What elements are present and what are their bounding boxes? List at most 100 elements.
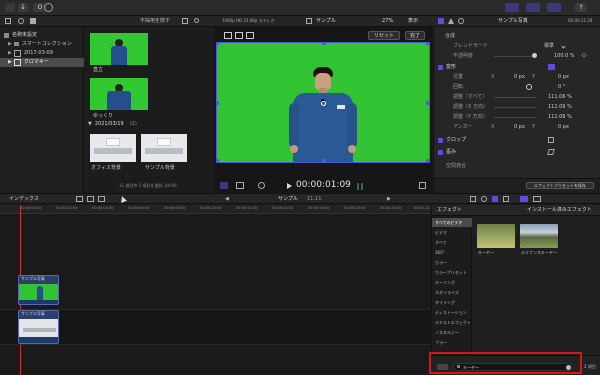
transform-center-handle[interactable] <box>321 101 326 106</box>
titles-icon[interactable] <box>30 18 36 24</box>
transform-handle[interactable] <box>217 159 219 162</box>
transform-icon[interactable] <box>224 32 232 39</box>
disclosure-triangle-icon[interactable]: ▶ <box>8 41 12 47</box>
scale-x-slider[interactable] <box>494 107 536 108</box>
browser-filter-menu[interactable]: 不採用を隠す <box>140 19 170 24</box>
timeline-appearance-icon[interactable] <box>503 196 509 202</box>
save-effects-preset-button[interactable]: エフェクトプリセットを保存 <box>526 182 594 189</box>
category-item-blur[interactable]: ブラー <box>435 341 447 345</box>
display-menu[interactable]: 表示 <box>408 19 418 24</box>
zoom-menu[interactable]: 27% <box>382 19 393 24</box>
keyframe-icon[interactable] <box>581 52 587 58</box>
clip-append-icon[interactable] <box>98 196 105 202</box>
transitions-browser-toggle-icon[interactable] <box>533 196 541 202</box>
photos-icon[interactable] <box>18 18 24 24</box>
reset-button[interactable]: リセット <box>368 31 400 40</box>
distort-checkbox[interactable] <box>438 150 443 155</box>
category-item-text-effects[interactable]: テキストエフェクト <box>435 321 471 325</box>
disclosure-triangle-down-icon[interactable]: ▼ <box>88 122 92 127</box>
select-tool-icon[interactable] <box>119 195 127 203</box>
transform-more-icon[interactable] <box>246 32 254 39</box>
effect-thumb-luma-keyer[interactable] <box>520 224 558 248</box>
browser-clip-thumb-slow[interactable] <box>90 78 148 110</box>
transform-handle[interactable] <box>322 159 326 162</box>
layout-browser-toggle-icon[interactable] <box>505 3 519 12</box>
effects-browser-toggle-icon[interactable] <box>520 196 528 202</box>
date-group-header[interactable]: ▼ 2021/03/19 (2) <box>88 122 137 127</box>
clip-insert-icon[interactable] <box>87 196 94 202</box>
done-button[interactable]: 完了 <box>405 31 425 40</box>
background-tasks-icon[interactable] <box>44 3 53 12</box>
timeline-ruler[interactable]: 00:00:00:00 00:00:02:00 00:00:04:00 00:0… <box>0 205 435 214</box>
category-item-video[interactable]: ビデオ <box>435 231 447 235</box>
blend-mode-select[interactable]: 標準 <box>544 44 554 49</box>
audio-skimming-icon[interactable] <box>470 196 476 202</box>
category-item-360[interactable]: 360° <box>435 251 445 255</box>
timeline-back-arrow-icon[interactable]: ◀ <box>225 197 229 202</box>
timeline-clip-primary[interactable]: サンプル写真 <box>18 310 59 344</box>
layout-inspector-toggle-icon[interactable] <box>547 3 561 12</box>
transform-handle[interactable] <box>426 101 429 105</box>
timeline-clip-connected[interactable]: サンプル写真 <box>18 275 59 305</box>
scale-y-slider[interactable] <box>494 117 536 118</box>
scale-all-value[interactable]: 111.06 % <box>548 95 572 100</box>
library-icon[interactable] <box>5 3 15 12</box>
position-y-field[interactable]: 0 px <box>558 75 569 80</box>
rotation-dial-icon[interactable] <box>526 84 532 90</box>
anchor-y-field[interactable]: 0 px <box>558 125 569 130</box>
anchor-x-field[interactable]: 0 px <box>514 125 525 130</box>
clip-connect-icon[interactable] <box>76 196 83 202</box>
category-item-keying[interactable]: キーイング <box>435 281 455 285</box>
opacity-slider[interactable] <box>494 56 536 57</box>
browser-clip-thumb-sample[interactable] <box>141 134 187 162</box>
transform-handle[interactable] <box>426 159 429 162</box>
opacity-slider-thumb[interactable] <box>532 53 537 58</box>
timeline[interactable]: 00:00:00:00 00:00:02:00 00:00:04:00 00:0… <box>0 205 435 375</box>
transform-handle[interactable] <box>322 43 326 45</box>
play-icon[interactable] <box>287 183 292 189</box>
layout-timeline-toggle-icon[interactable] <box>526 3 540 12</box>
transform-onscreen-icon[interactable] <box>548 64 555 70</box>
clip-appearance-icon[interactable] <box>182 18 188 24</box>
category-item-tiling[interactable]: タイリング <box>435 301 455 305</box>
effect-thumb-keyer[interactable] <box>477 224 515 248</box>
scale-y-value[interactable]: 111.06 % <box>548 115 572 120</box>
search-icon[interactable] <box>194 18 199 23</box>
inspector-info-tab-icon[interactable] <box>458 18 464 24</box>
scale-all-slider[interactable] <box>494 97 536 98</box>
library-view-icon[interactable] <box>5 18 11 24</box>
opacity-value[interactable]: 100.0 % <box>554 54 575 59</box>
library-item-event-date[interactable]: ▶ 2017-03-09 <box>8 49 53 57</box>
share-icon[interactable]: ↑ <box>575 3 587 12</box>
solo-icon[interactable] <box>481 196 487 202</box>
browser-clip-thumb-standing[interactable] <box>90 33 148 65</box>
position-x-field[interactable]: 0 px <box>514 75 525 80</box>
viewer-canvas[interactable] <box>216 42 430 163</box>
library-item-chromakey[interactable]: ▶ クロマキー <box>0 58 84 67</box>
scale-x-value[interactable]: 111.06 % <box>548 105 572 110</box>
fullscreen-icon[interactable] <box>419 182 426 189</box>
category-item-color[interactable]: カラー <box>435 261 447 265</box>
crop-onscreen-icon[interactable] <box>548 137 554 143</box>
browser-clip-thumb-office[interactable] <box>90 134 136 162</box>
library-item-root[interactable]: 名称未設定 <box>4 31 37 39</box>
transform-handle[interactable] <box>217 101 219 105</box>
timeline-forward-arrow-icon[interactable]: ▶ <box>387 197 391 202</box>
transform-checkbox[interactable] <box>438 65 443 70</box>
library-item-smart-collection[interactable]: ▶ スマートコレクション <box>8 40 72 48</box>
inspector-video-tab-icon[interactable] <box>438 18 444 24</box>
inspector-filter-tab-icon[interactable] <box>448 18 454 24</box>
viewer-effects-menu-icon[interactable] <box>236 182 244 189</box>
transform-handle[interactable] <box>426 43 429 45</box>
category-item-stylize[interactable]: スタイライズ <box>435 291 459 295</box>
disclosure-triangle-icon[interactable]: ▶ <box>8 60 12 65</box>
viewer-tool-menu-icon[interactable] <box>220 182 228 189</box>
category-item-all-video[interactable]: すべてのビデオ <box>432 218 472 227</box>
transform-handle[interactable] <box>217 43 219 45</box>
category-item-nostalgia[interactable]: ノスタルジー <box>435 331 459 335</box>
import-icon[interactable]: ↓ <box>18 3 28 12</box>
category-item-all[interactable]: すべて <box>435 241 447 245</box>
snapping-icon[interactable] <box>492 196 498 202</box>
speed-menu-icon[interactable] <box>258 182 265 189</box>
rotation-value[interactable]: 0 ° <box>558 85 565 90</box>
